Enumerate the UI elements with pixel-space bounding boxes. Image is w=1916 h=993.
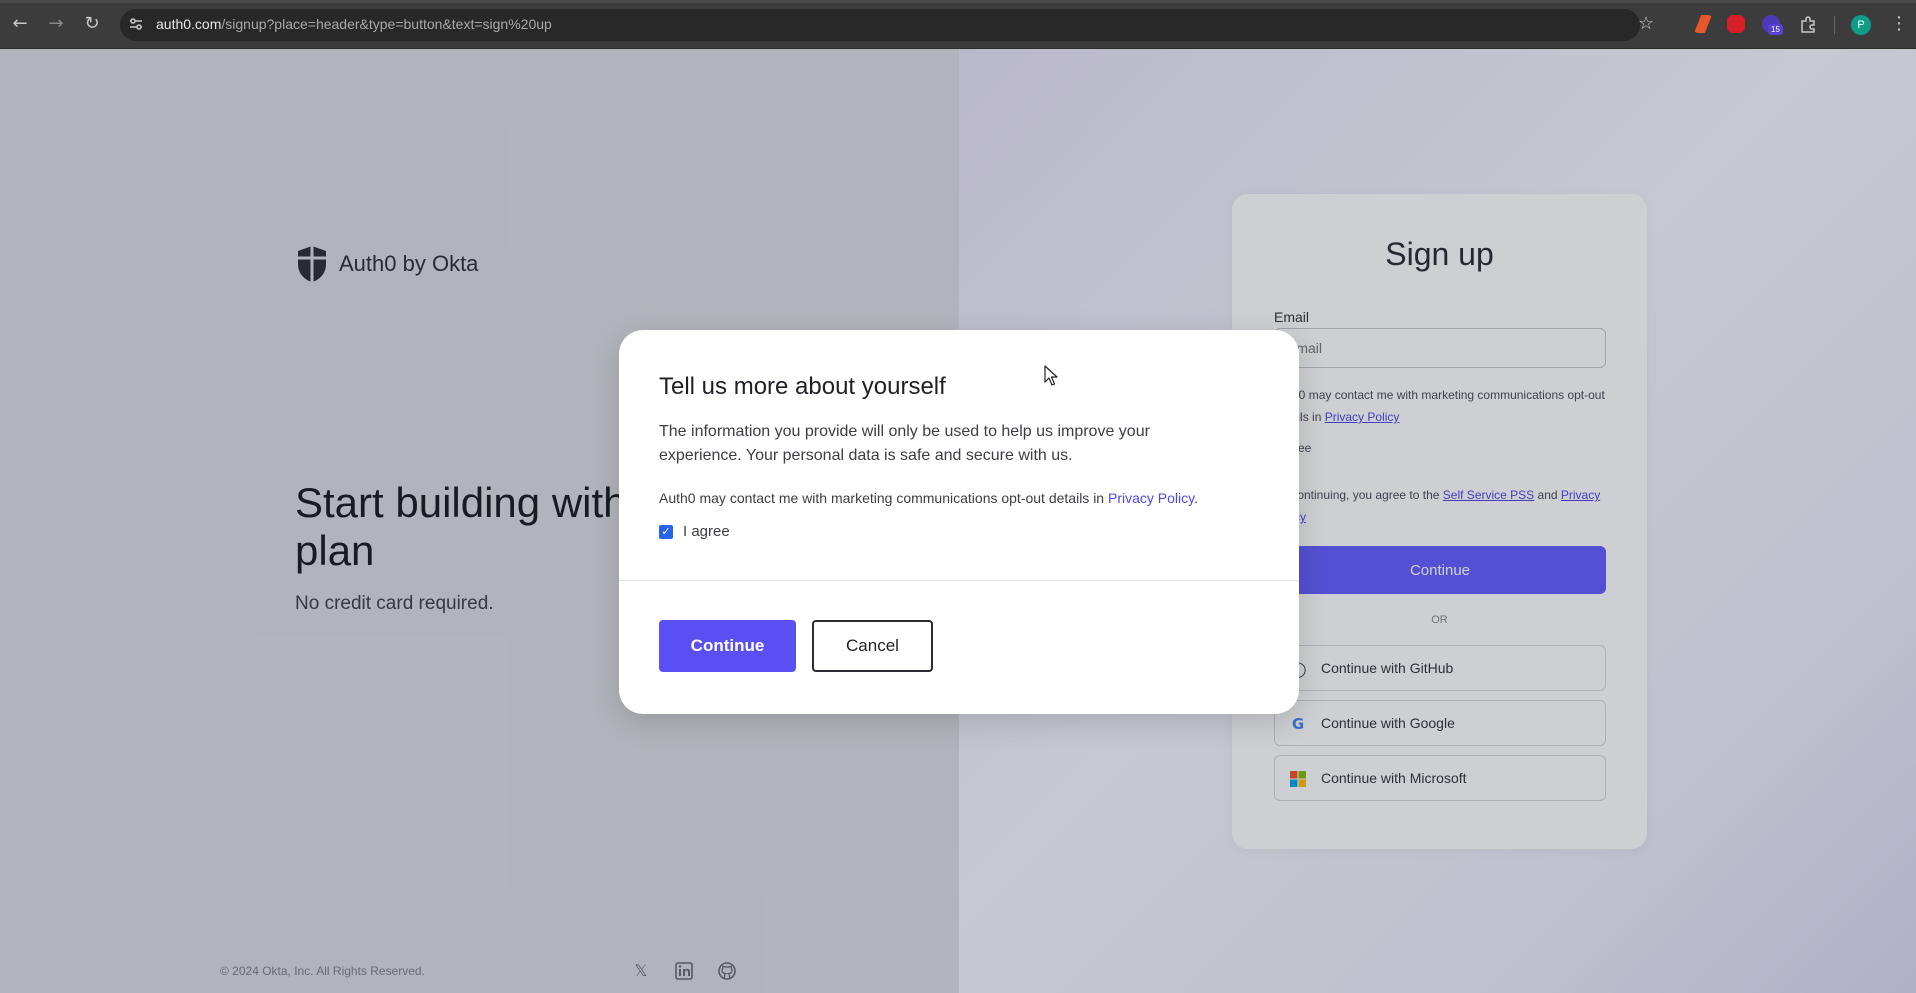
extension-orange-icon[interactable] bbox=[1694, 15, 1712, 33]
page-viewport: Auth0 by Okta Start building with your f… bbox=[0, 49, 1916, 993]
modal-consent-copy: Auth0 may contact me with marketing comm… bbox=[659, 490, 1105, 506]
modal-title: Tell us more about yourself bbox=[659, 373, 946, 400]
url-path: /signup?place=header&type=button&text=si… bbox=[221, 16, 552, 32]
modal-description: The information you provide will only be… bbox=[659, 423, 1150, 464]
modal-divider bbox=[619, 580, 1299, 581]
extension-badge: 15 bbox=[1768, 24, 1783, 35]
bookmark-star-icon[interactable]: ☆ bbox=[1638, 13, 1654, 34]
agree-checkbox[interactable]: ✓ bbox=[659, 524, 673, 539]
url-text[interactable]: auth0.com/signup?place=header&type=butto… bbox=[156, 16, 552, 32]
agree-label[interactable]: I agree bbox=[683, 523, 730, 540]
agree-row[interactable]: ✓ I agree bbox=[659, 523, 730, 540]
browser-toolbar: ← → ↻ auth0.com/signup?place=header&type… bbox=[0, 0, 1916, 49]
url-host: auth0.com bbox=[156, 16, 222, 32]
modal-consent-period: . bbox=[1194, 490, 1198, 506]
profile-avatar[interactable]: P bbox=[1851, 15, 1871, 35]
modal-privacy-link[interactable]: Privacy Policy bbox=[1108, 490, 1194, 506]
extensions-puzzle-icon[interactable] bbox=[1799, 15, 1817, 33]
toolbar-separator bbox=[1834, 16, 1835, 34]
cancel-button[interactable]: Cancel bbox=[812, 620, 933, 672]
back-arrow-icon[interactable]: ← bbox=[9, 13, 31, 35]
profile-modal: Tell us more about yourself The informat… bbox=[619, 330, 1299, 714]
modal-consent-text: Auth0 may contact me with marketing comm… bbox=[659, 490, 1198, 506]
browser-menu-icon[interactable]: ⋮ bbox=[1890, 13, 1908, 34]
mouse-cursor-icon bbox=[1044, 365, 1058, 386]
reload-icon[interactable]: ↻ bbox=[81, 13, 103, 35]
extension-red-icon[interactable] bbox=[1727, 15, 1745, 33]
site-info-icon[interactable] bbox=[128, 16, 144, 32]
continue-button[interactable]: Continue bbox=[659, 620, 796, 672]
tab-strip bbox=[0, 0, 1916, 3]
forward-arrow-icon[interactable]: → bbox=[45, 13, 67, 35]
